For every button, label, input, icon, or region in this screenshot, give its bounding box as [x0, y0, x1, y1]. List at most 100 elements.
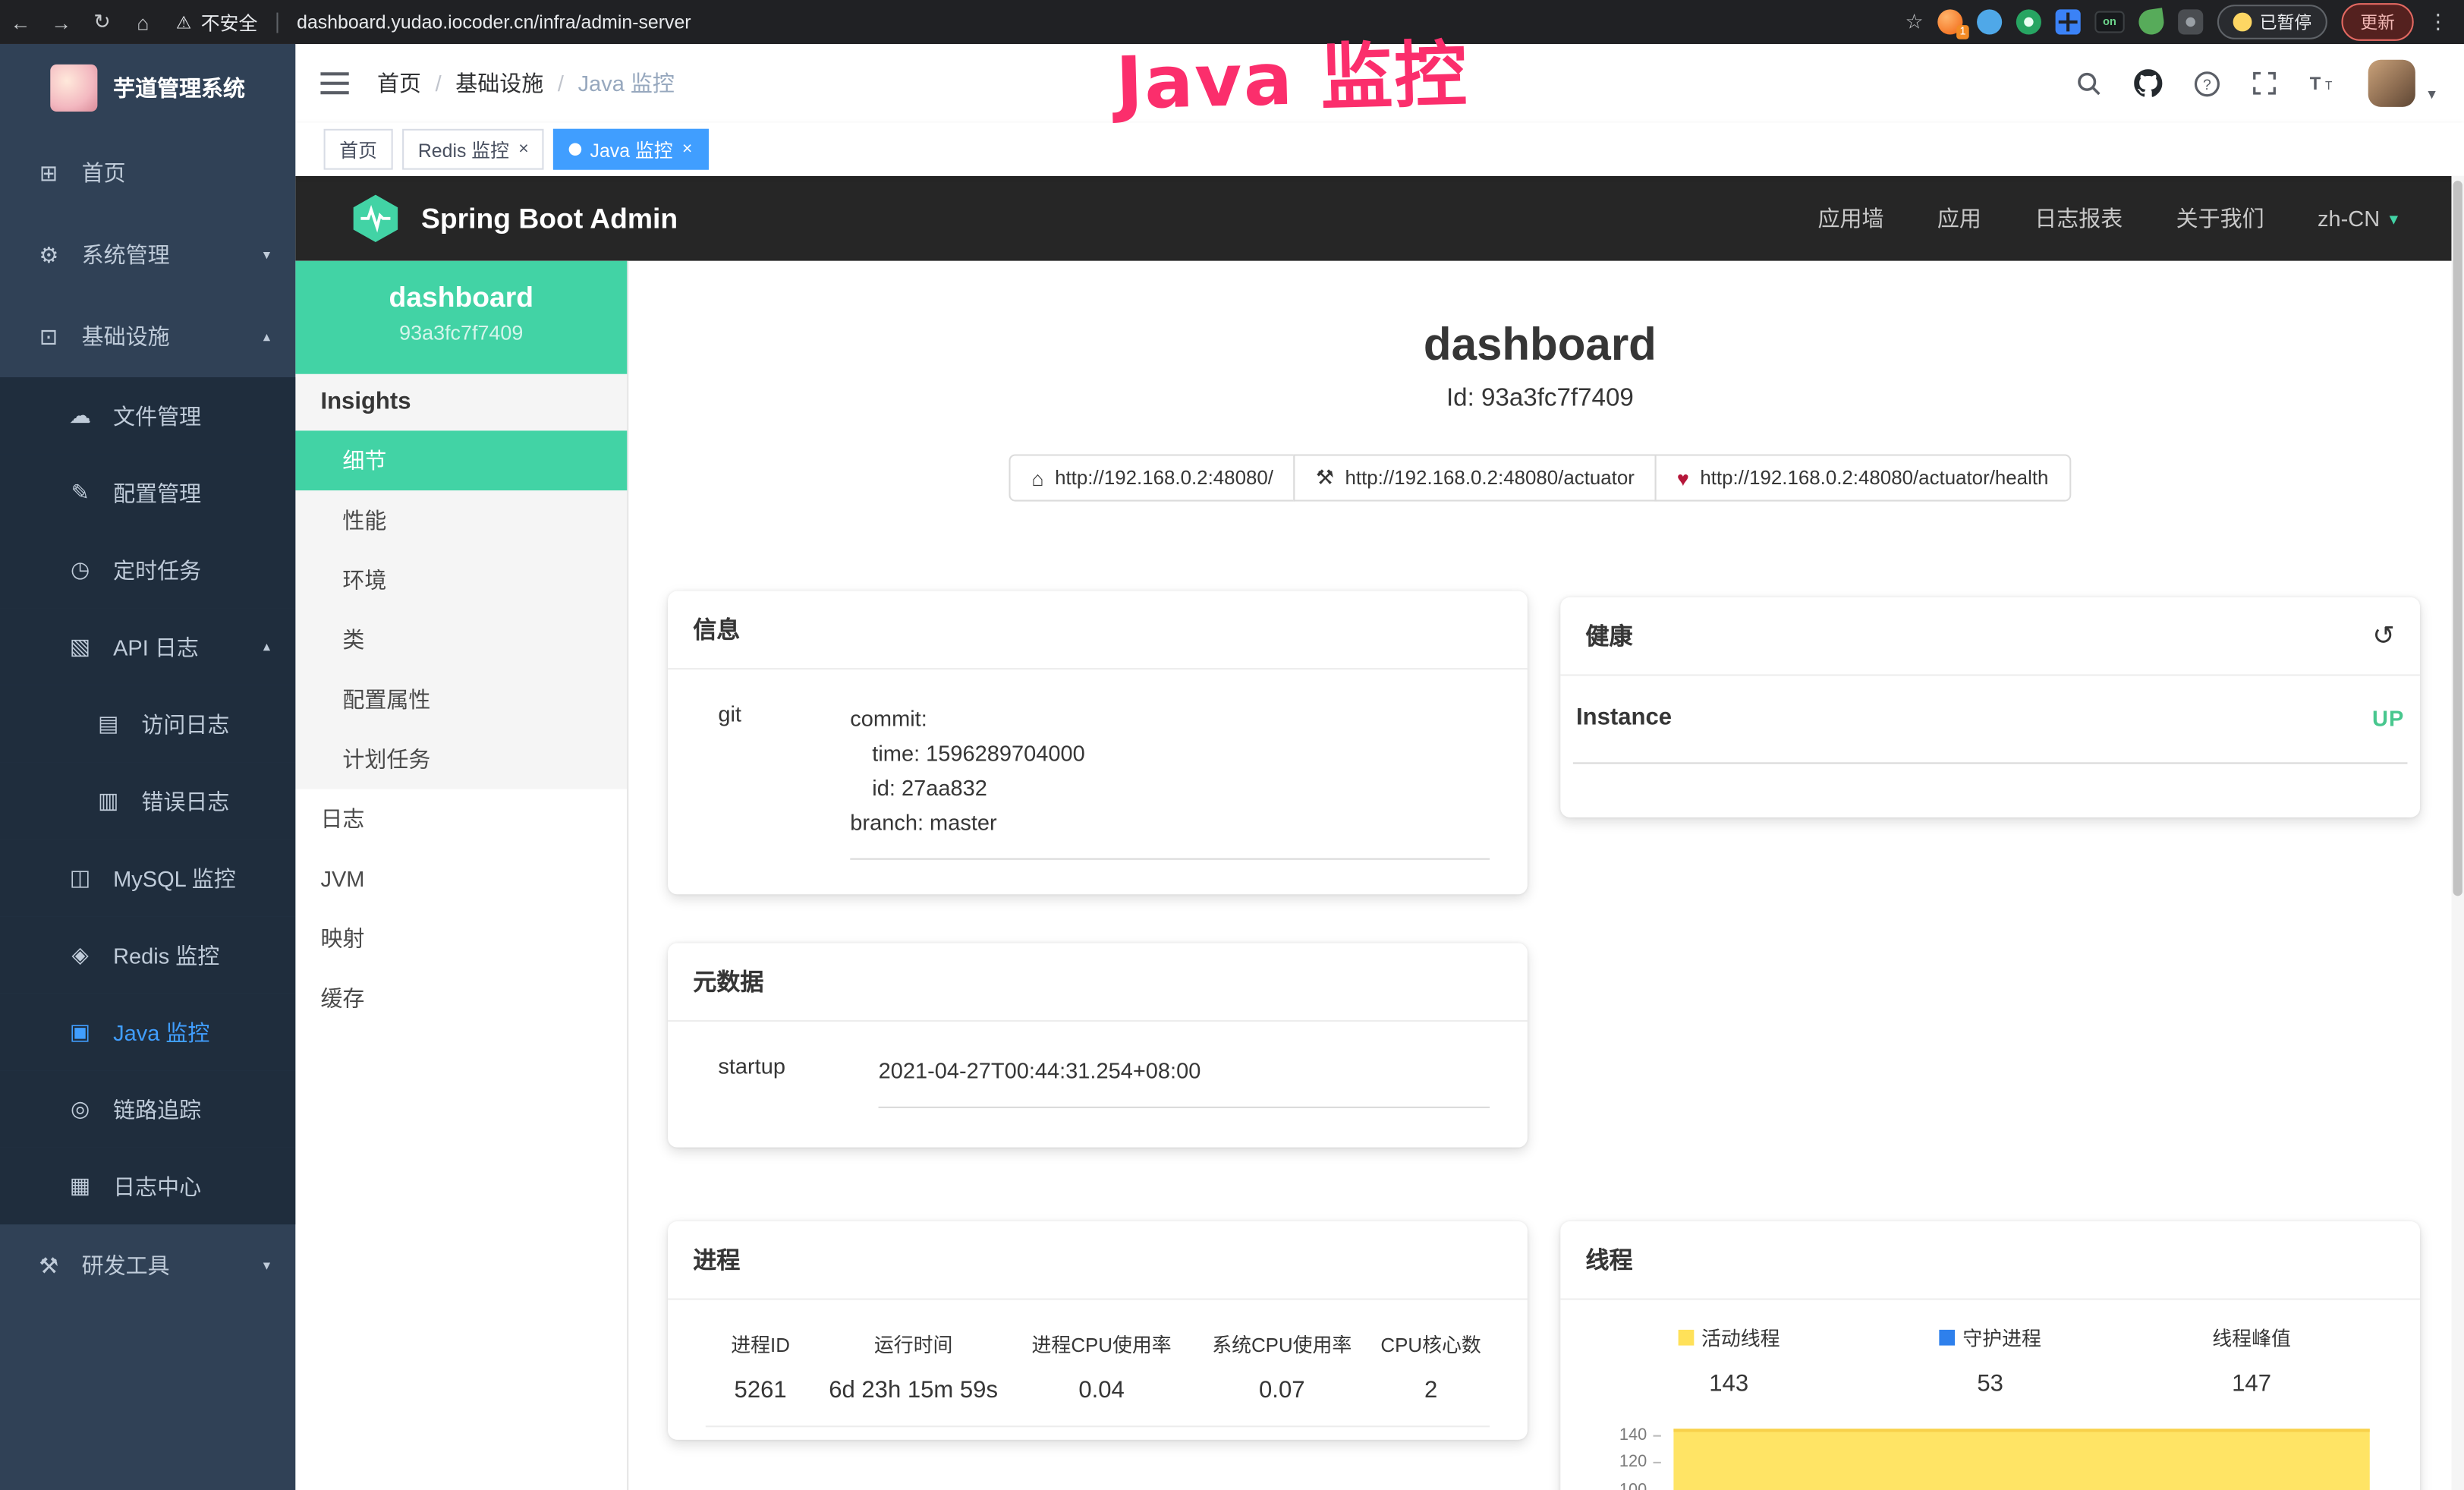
home-icon[interactable]: ⌂	[123, 10, 164, 33]
sidebar-item-config-manage[interactable]: ✎ 配置管理	[0, 454, 295, 531]
browser-toolbar-right: ☆ 1 on 已暂停 更新 ⋮	[1905, 3, 2464, 41]
sidebar-item-system[interactable]: ⚙ 系统管理 ▾	[0, 214, 295, 296]
reload-icon[interactable]: ↻	[82, 9, 123, 34]
sba-nav-applications[interactable]: 应用	[1937, 203, 1981, 234]
paused-badge[interactable]: 已暂停	[2217, 5, 2327, 39]
update-button[interactable]: 更新	[2341, 3, 2413, 41]
sidebar-item-scheduled-jobs[interactable]: ◷ 定时任务	[0, 531, 295, 608]
sidebar-item-trace[interactable]: ◎ 链路追踪	[0, 1070, 295, 1147]
extension-icon-7[interactable]	[2178, 9, 2203, 34]
close-icon[interactable]: ×	[518, 140, 528, 159]
hamburger-icon[interactable]	[320, 72, 348, 94]
document-icon: ▤	[91, 710, 126, 737]
info-line: id: 27aa832	[850, 770, 1487, 805]
instance-tab-caches[interactable]: 缓存	[295, 969, 627, 1029]
sidebar-item-label: 配置管理	[113, 477, 201, 508]
github-icon[interactable]	[2134, 69, 2162, 97]
avatar[interactable]	[2368, 60, 2415, 107]
legend-daemon: 守护进程	[1859, 1322, 2120, 1352]
instance-tab-configprops[interactable]: 配置属性	[295, 669, 627, 729]
link-actuator-url[interactable]: ⚒ http://192.168.0.2:48080/actuator	[1294, 454, 1657, 501]
search-icon[interactable]	[2075, 70, 2102, 96]
extension-icon-5[interactable]: on	[2094, 11, 2124, 33]
app-logo[interactable]: 芋道管理系统	[0, 44, 295, 132]
sidebar-item-access-log[interactable]: ▤ 访问日志	[0, 685, 295, 762]
close-icon[interactable]: ×	[682, 140, 692, 159]
screenshot-root: ← → ↻ ⌂ ⚠ 不安全 dashboard.yudao.iocoder.cn…	[0, 0, 2464, 1490]
address-bar[interactable]: ⚠ 不安全 dashboard.yudao.iocoder.cn/infra/a…	[176, 8, 691, 35]
sidebar-item-devtools[interactable]: ⚒ 研发工具 ▾	[0, 1224, 295, 1306]
threads-legend: 活动线程 守护进程 线程峰值 143 53 147	[1598, 1322, 2382, 1397]
process-card-header: 进程	[668, 1221, 1528, 1300]
instance-tab-details[interactable]: 细节	[295, 430, 627, 490]
tab-java-monitor[interactable]: Java 监控 ×	[554, 129, 708, 170]
annotation-text: Java 监控	[1115, 17, 1470, 131]
tab-home[interactable]: 首页	[324, 129, 393, 170]
security-label: 不安全	[201, 8, 258, 35]
legend-value: 147	[2121, 1352, 2382, 1397]
scrollbar-thumb[interactable]	[2453, 181, 2462, 896]
link-label: http://192.168.0.2:48080/actuator	[1345, 467, 1635, 489]
y-axis-tick: 120	[1598, 1454, 1661, 1470]
sidebar-item-label: 文件管理	[113, 400, 201, 431]
instance-tab-mappings[interactable]: 映射	[295, 909, 627, 969]
instance-tab-jvm[interactable]: JVM	[295, 849, 627, 909]
extension-icon-6[interactable]	[2137, 8, 2165, 36]
y-axis-tick: 100	[1598, 1482, 1661, 1490]
fontsize-icon[interactable]: TT	[2308, 71, 2337, 96]
sidebar-item-file-manage[interactable]: ☁ 文件管理	[0, 377, 295, 454]
locale-select[interactable]: zh-CN ▾	[2318, 206, 2398, 231]
instance-sidebar: dashboard 93a3fc7f7409 Insights 细节 性能 环境…	[295, 261, 628, 1490]
card-title: 进程	[693, 1243, 740, 1276]
sidebar-item-label: 链路追踪	[113, 1093, 201, 1124]
legend-value: 143	[1598, 1352, 1859, 1397]
instance-tab-environment[interactable]: 环境	[295, 550, 627, 610]
sidebar-item-mysql-monitor[interactable]: ◫ MySQL 监控	[0, 840, 295, 916]
instance-tab-classes[interactable]: 类	[295, 610, 627, 669]
sidebar-item-home[interactable]: ⊞ 首页	[0, 132, 295, 214]
instance-tab-loggers[interactable]: 日志	[295, 789, 627, 849]
history-icon[interactable]: ↺	[2372, 620, 2395, 651]
sidebar-item-java-monitor[interactable]: ▣ Java 监控	[0, 994, 295, 1070]
breadcrumb-home[interactable]: 首页	[377, 68, 421, 99]
link-health-url[interactable]: ♥ http://192.168.0.2:48080/actuator/heal…	[1655, 454, 2071, 501]
instance-tab-metrics[interactable]: 性能	[295, 490, 627, 550]
svg-text:?: ?	[2203, 76, 2211, 93]
sba-nav-about[interactable]: 关于我们	[2176, 203, 2264, 234]
kebab-menu-icon[interactable]: ⋮	[2428, 9, 2448, 34]
legend-label: 线程峰值	[2212, 1322, 2291, 1352]
sidebar-item-redis-monitor[interactable]: ◈ Redis 监控	[0, 916, 295, 993]
sidebar-item-log-center[interactable]: ▦ 日志中心	[0, 1148, 295, 1224]
link-service-url[interactable]: ⌂ http://192.168.0.2:48080/	[1009, 454, 1295, 501]
breadcrumb: 首页 基础设施 Java 监控	[377, 68, 675, 99]
sba-logo-icon	[349, 194, 402, 244]
extension-icon-1[interactable]: 1	[1937, 9, 1962, 34]
sba-nav-journal[interactable]: 日志报表	[2034, 203, 2123, 234]
sba-nav-wallboard[interactable]: 应用墙	[1817, 203, 1883, 234]
forward-icon[interactable]: →	[41, 10, 82, 33]
extension-icon-4[interactable]	[2056, 9, 2081, 34]
tab-redis-monitor[interactable]: Redis 监控 ×	[402, 129, 544, 170]
sba-brand[interactable]: Spring Boot Admin	[349, 194, 678, 244]
extension-icon-3[interactable]	[2016, 9, 2041, 34]
extension-icon-2[interactable]	[1977, 9, 2002, 34]
instance-tab-scheduled[interactable]: 计划任务	[295, 729, 627, 789]
back-icon[interactable]: ←	[0, 10, 41, 33]
bookmark-star-icon[interactable]: ☆	[1905, 9, 1924, 34]
sidebar-item-infra[interactable]: ⊡ 基础设施 ▴	[0, 295, 295, 377]
help-icon[interactable]: ?	[2194, 70, 2220, 96]
card-title: 线程	[1585, 1243, 1632, 1276]
sidebar-item-error-log[interactable]: ▥ 错误日志	[0, 762, 295, 839]
sidebar-item-api-log[interactable]: ▧ API 日志 ▴	[0, 608, 295, 685]
heart-icon: ♥	[1677, 466, 1689, 490]
warning-icon: ⚠	[176, 12, 191, 33]
metadata-card-header: 元数据	[668, 943, 1528, 1022]
process-col-header: 运行时间	[815, 1328, 1011, 1358]
fullscreen-icon[interactable]	[2252, 71, 2277, 96]
app-sidebar: 芋道管理系统 ⊞ 首页 ⚙ 系统管理 ▾ ⊡ 基础设施 ▴ ☁ 文件管理 ✎ 配…	[0, 44, 295, 1490]
edit-icon: ✎	[63, 480, 98, 506]
process-col-header: CPU核心数	[1372, 1328, 1490, 1358]
breadcrumb-infra[interactable]: 基础设施	[421, 68, 543, 99]
process-col-header: 进程ID	[706, 1328, 816, 1358]
process-value: 2	[1372, 1358, 1490, 1403]
